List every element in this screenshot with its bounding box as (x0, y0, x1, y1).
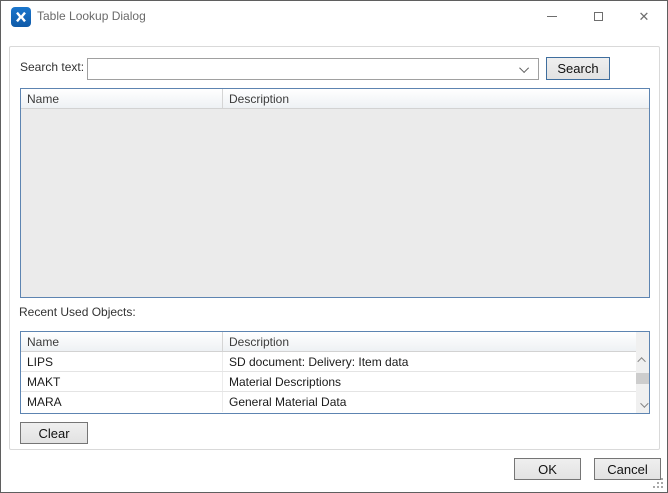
title-bar[interactable]: Table Lookup Dialog ✕ (1, 1, 667, 32)
cell-name: MARA (21, 392, 223, 412)
cell-description: SD document: Delivery: Item data (223, 352, 636, 371)
cell-description: General Material Data (223, 392, 636, 412)
ok-button[interactable]: OK (514, 458, 581, 480)
search-results-table: Name Description (20, 88, 650, 298)
results-table-empty-body[interactable] (21, 109, 649, 297)
scrollbar-thumb[interactable] (636, 373, 649, 384)
search-button[interactable]: Search (546, 57, 610, 80)
minimize-button[interactable] (529, 1, 575, 32)
maximize-icon (594, 12, 603, 21)
recent-table-header: Name Description (21, 332, 636, 352)
window-title: Table Lookup Dialog (37, 1, 146, 32)
chevron-down-icon (640, 399, 648, 407)
recent-column-description[interactable]: Description (223, 332, 636, 351)
resize-grip[interactable] (652, 477, 665, 490)
close-icon: ✕ (639, 10, 650, 23)
recent-table-main: Name Description LIPS SD document: Deliv… (21, 332, 636, 413)
search-combobox[interactable] (87, 58, 539, 80)
close-button[interactable]: ✕ (621, 1, 667, 32)
search-input[interactable] (88, 59, 522, 79)
results-table-header: Name Description (21, 89, 649, 109)
scroll-up-button[interactable] (636, 352, 649, 368)
minimize-icon (547, 16, 557, 17)
cell-name: LIPS (21, 352, 223, 371)
resize-grip-dots (653, 486, 655, 488)
search-text-label: Search text: (20, 60, 84, 74)
window-controls: ✕ (529, 1, 667, 32)
scrollbar-spacer (636, 332, 649, 352)
clear-button[interactable]: Clear (20, 422, 88, 444)
cell-description: Material Descriptions (223, 372, 636, 391)
cell-name: MAKT (21, 372, 223, 391)
scrollbar-track[interactable] (636, 384, 649, 397)
table-row[interactable]: MARA General Material Data (21, 392, 636, 412)
cancel-button[interactable]: Cancel (594, 458, 661, 480)
scroll-down-button[interactable] (636, 397, 649, 413)
maximize-button[interactable] (575, 1, 621, 32)
recent-objects-table: Name Description LIPS SD document: Deliv… (20, 331, 650, 414)
results-column-name[interactable]: Name (21, 89, 223, 108)
content-panel: Search text: Search Name Description Rec… (9, 46, 660, 450)
table-row[interactable]: LIPS SD document: Delivery: Item data (21, 352, 636, 372)
table-row[interactable]: MAKT Material Descriptions (21, 372, 636, 392)
chevron-up-icon (637, 357, 645, 365)
table-lookup-dialog: Table Lookup Dialog ✕ Search text: Searc… (0, 0, 668, 493)
vertical-scrollbar[interactable] (636, 332, 649, 413)
results-column-description[interactable]: Description (223, 89, 649, 108)
app-logo-icon (11, 7, 31, 27)
recent-used-objects-label: Recent Used Objects: (19, 305, 136, 319)
recent-column-name[interactable]: Name (21, 332, 223, 351)
